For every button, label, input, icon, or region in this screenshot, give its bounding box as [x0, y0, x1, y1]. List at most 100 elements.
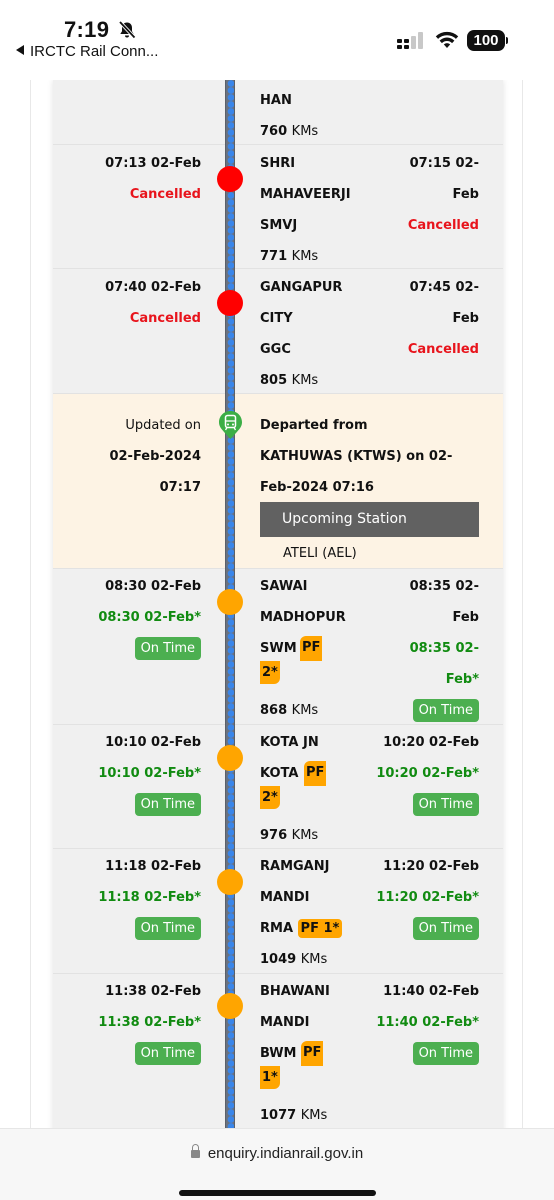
station-name-line: CITY [260, 311, 293, 326]
arrival-scheduled: 07:40 02-Feb [105, 280, 201, 295]
battery-tip [506, 37, 508, 44]
platform-badge: PF 1* [297, 919, 343, 938]
departure-scheduled: 08:35 02- [409, 579, 479, 594]
departure-expected: Feb* [445, 672, 479, 687]
departure-status-cancelled: Cancelled [407, 218, 479, 233]
platform-badge: PF [301, 1041, 324, 1066]
departure-scheduled: Feb [452, 311, 479, 326]
platform-badge: PF [304, 761, 327, 786]
station-row[interactable]: 08:30 02-Feb 08:30 02-Feb* On Time SAWAI… [53, 569, 503, 725]
departure-scheduled: 07:45 02- [409, 280, 479, 295]
departure-status-cancelled: Cancelled [407, 342, 479, 357]
bell-slash-icon [118, 20, 136, 39]
arrival-scheduled: 08:30 02-Feb [105, 579, 201, 594]
station-name-line: MAHAVEERJI [260, 187, 351, 202]
station-name-line: SAWAI [260, 579, 308, 594]
station-name-line: GANGAPUR [260, 280, 343, 295]
departure-on-time-badge: On Time [412, 1042, 479, 1065]
departure-expected: 08:35 02- [409, 641, 479, 656]
page-frame: HAN 760 KMs 07:13 02-Feb Cancelled SHRI … [30, 80, 523, 1128]
station-distance: 1049 KMs [260, 952, 328, 967]
departure-scheduled: 11:40 02-Feb [383, 984, 479, 999]
departure-scheduled: 10:20 02-Feb [383, 735, 479, 750]
station-distance: 868 KMs [260, 703, 319, 718]
station-distance: 1077 KMs [260, 1108, 328, 1123]
upcoming-station-name: ATELI (AEL) [283, 546, 357, 561]
wifi-icon [435, 31, 459, 48]
station-distance: 760 KMs [260, 124, 319, 139]
departure-scheduled: Feb [452, 610, 479, 625]
upcoming-station-marker [217, 745, 243, 771]
arrival-scheduled: 10:10 02-Feb [105, 735, 201, 750]
arrival-status-cancelled: Cancelled [129, 311, 201, 326]
station-code: KOTA [260, 766, 299, 781]
signal-icon [397, 32, 423, 49]
departure-on-time-badge: On Time [412, 699, 479, 722]
arrival-expected: 11:38 02-Feb* [98, 1015, 201, 1030]
upcoming-station-header: Upcoming Station [260, 502, 479, 537]
arrival-on-time-badge: On Time [134, 917, 201, 940]
departure-on-time-badge: On Time [412, 917, 479, 940]
station-row[interactable]: 07:13 02-Feb Cancelled SHRI MAHAVEERJI S… [53, 145, 503, 269]
current-position-row: Updated on 02-Feb-2024 07:17 Departed fr… [53, 394, 503, 569]
cancelled-station-marker [217, 166, 243, 192]
departure-expected: 11:40 02-Feb* [376, 1015, 479, 1030]
station-row[interactable]: 10:10 02-Feb 10:10 02-Feb* On Time KOTA … [53, 725, 503, 849]
station-distance: 976 KMs [260, 828, 319, 843]
train-location-icon [219, 411, 242, 439]
platform-badge: 1* [260, 1066, 280, 1089]
web-page[interactable]: HAN 760 KMs 07:13 02-Feb Cancelled SHRI … [0, 80, 554, 1128]
back-app-label: IRCTC Rail Conn... [30, 43, 159, 60]
station-name-line: SHRI [260, 156, 296, 171]
position-message-line: Departed from [260, 418, 368, 433]
station-distance: 771 KMs [260, 249, 319, 264]
home-indicator[interactable] [179, 1190, 376, 1196]
arrival-scheduled: 11:18 02-Feb [105, 859, 201, 874]
departure-scheduled: 11:20 02-Feb [383, 859, 479, 874]
status-bar: 7:19 IRCTC Rail Conn... 100 [0, 0, 554, 80]
departure-expected: 11:20 02-Feb* [376, 890, 479, 905]
battery-icon: 100 [467, 30, 505, 51]
arrival-status-cancelled: Cancelled [129, 187, 201, 202]
clock: 7:19 [64, 17, 110, 42]
station-code: SMVJ [260, 218, 298, 233]
station-code: GGC [260, 342, 291, 357]
station-name-line: MANDI [260, 890, 310, 905]
lock-icon [190, 1144, 200, 1158]
station-name-line: KOTA JN [260, 735, 319, 750]
url-display[interactable]: enquiry.indianrail.gov.in [0, 1144, 554, 1162]
arrival-expected: 10:10 02-Feb* [98, 766, 201, 781]
updated-on-label: Updated on [125, 418, 201, 433]
train-schedule-card: HAN 760 KMs 07:13 02-Feb Cancelled SHRI … [53, 80, 503, 1128]
back-arrow-icon [16, 45, 24, 55]
station-code: SWM [260, 641, 297, 656]
departure-scheduled: 07:15 02- [409, 156, 479, 171]
station-code-with-platform: RMA PF 1* [260, 913, 343, 944]
platform-badge: 2* [260, 786, 280, 809]
arrival-expected: 11:18 02-Feb* [98, 890, 201, 905]
arrival-expected: 08:30 02-Feb* [98, 610, 201, 625]
station-distance: 805 KMs [260, 373, 319, 388]
upcoming-station-marker [217, 589, 243, 615]
position-message-line: Feb-2024 07:16 [260, 480, 374, 495]
updated-date: 02-Feb-2024 [109, 449, 201, 464]
upcoming-station-marker [217, 993, 243, 1019]
cancelled-station-marker [217, 290, 243, 316]
back-to-app-button[interactable]: IRCTC Rail Conn... [16, 43, 158, 60]
station-name-line: RAMGANJ [260, 859, 330, 874]
platform-badge: 2* [260, 661, 280, 684]
position-message-line: KATHUWAS (KTWS) on 02- [260, 449, 453, 464]
departure-on-time-badge: On Time [412, 793, 479, 816]
browser-address-bar[interactable]: enquiry.indianrail.gov.in [0, 1128, 554, 1200]
station-name-line: MANDI [260, 1015, 310, 1030]
station-row: HAN 760 KMs [53, 80, 503, 145]
station-code: BWM [260, 1046, 297, 1061]
station-row[interactable]: 07:40 02-Feb Cancelled GANGAPUR CITY GGC… [53, 269, 503, 394]
upcoming-station-marker [217, 869, 243, 895]
station-name-line: MADHOPUR [260, 610, 346, 625]
station-row[interactable]: 11:18 02-Feb 11:18 02-Feb* On Time RAMGA… [53, 849, 503, 974]
station-name-line: BHAWANI [260, 984, 330, 999]
updated-time: 07:17 [159, 480, 201, 495]
station-row[interactable]: 11:38 02-Feb 11:38 02-Feb* On Time BHAWA… [53, 974, 503, 1128]
departure-expected: 10:20 02-Feb* [376, 766, 479, 781]
